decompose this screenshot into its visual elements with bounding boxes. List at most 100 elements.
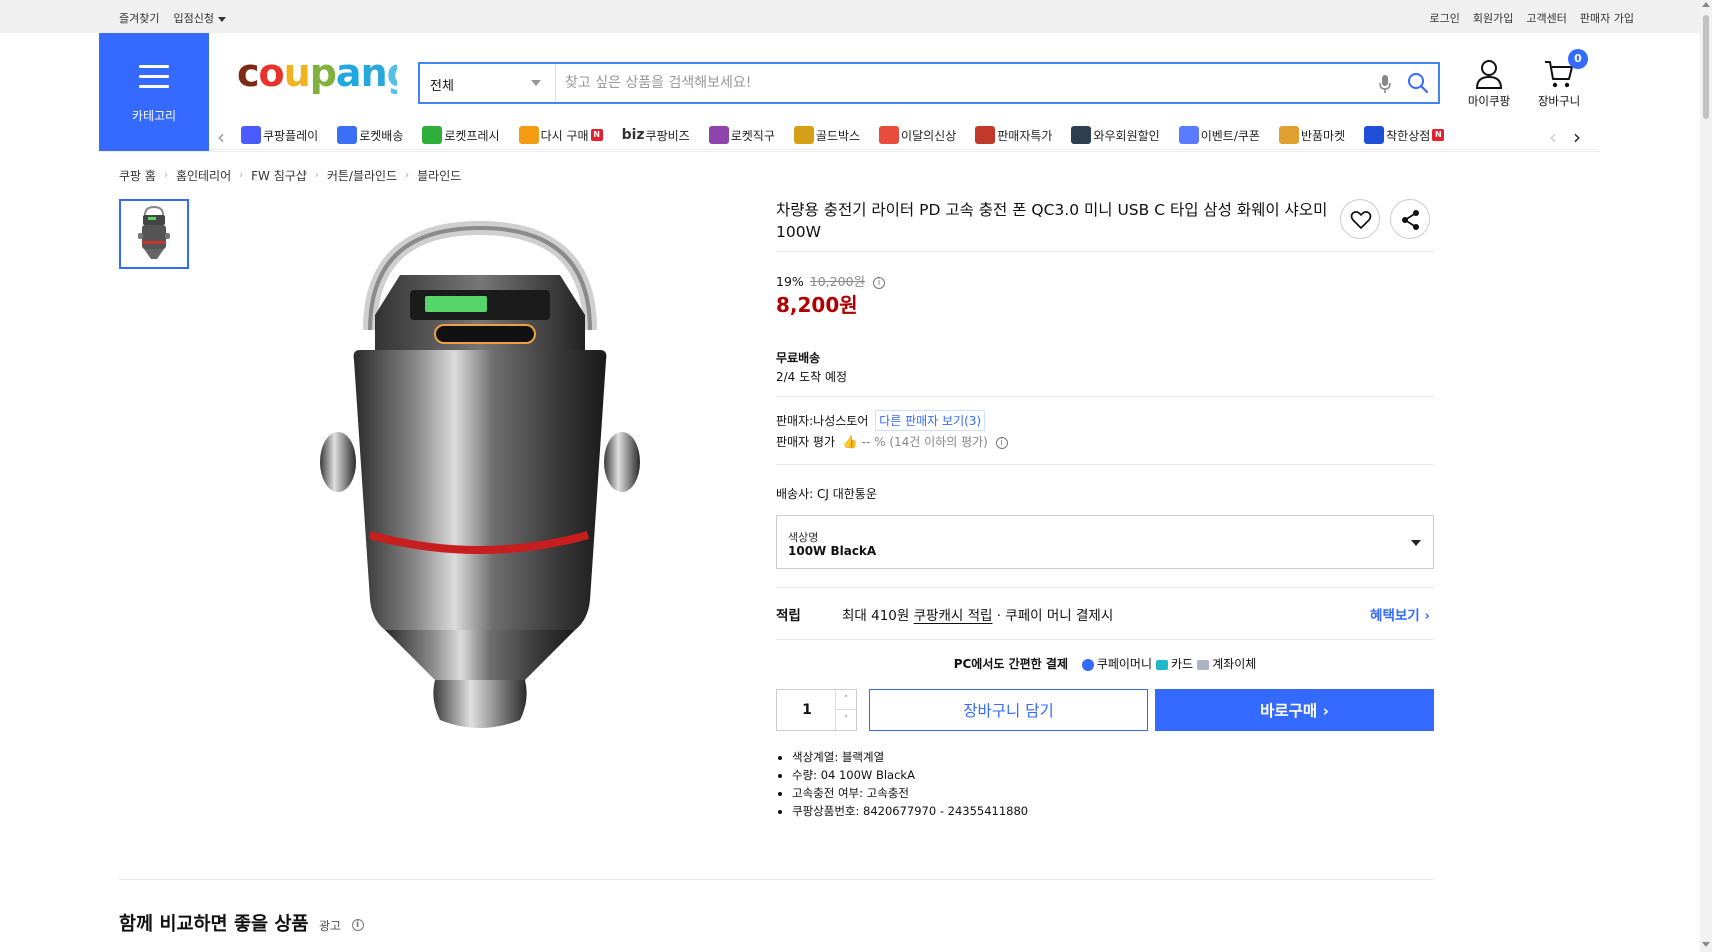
nav-item-6[interactable]: 골드박스 <box>793 126 860 144</box>
coupang-cash-link[interactable]: 쿠팡캐시 적립 <box>914 608 993 624</box>
breadcrumb: 쿠팡 홈 › 홈인테리어 › FW 침구샵 › 커튼/블라인드 › 블라인드 <box>119 167 461 184</box>
rocket-fresh-icon <box>422 126 443 144</box>
vendor-apply-label: 입점신청 <box>173 12 214 25</box>
nav-item-label: 로켓프레시 <box>444 128 500 143</box>
breadcrumb-item[interactable]: 커튼/블라인드 <box>327 167 397 184</box>
cart-count-badge: 0 <box>1568 49 1588 69</box>
chevron-right-icon: › <box>163 170 168 181</box>
nav-item-label: 로켓배송 <box>359 128 404 143</box>
search-input[interactable] <box>565 70 1345 96</box>
breadcrumb-item[interactable]: 쿠팡 홈 <box>119 167 156 184</box>
divider <box>776 396 1434 397</box>
search-icon[interactable] <box>1406 71 1430 95</box>
section-divider <box>119 879 1434 880</box>
heart-icon <box>1350 211 1372 229</box>
chevron-right-icon: › <box>314 170 319 181</box>
ad-label: 광고 <box>318 919 342 933</box>
sale-price: 8,200원 <box>776 293 858 317</box>
product-thumbnail[interactable] <box>119 199 189 269</box>
bookmark-link[interactable]: 즐겨찾기 <box>119 10 159 26</box>
nav-item-2[interactable]: 로켓프레시 <box>422 126 500 144</box>
svg-text:coupang: coupang <box>237 52 397 95</box>
nav-item-9[interactable]: 와우회원할인 <box>1071 126 1160 144</box>
option-select[interactable]: 색상명 100W BlackA <box>776 515 1434 569</box>
add-to-cart-button[interactable]: 장바구니 담기 <box>869 689 1148 731</box>
thumbs-up-icon: 👍 <box>842 435 858 449</box>
divider <box>776 251 1434 252</box>
discount-rate: 19% <box>776 274 804 289</box>
share-button[interactable] <box>1390 199 1430 239</box>
nav-item-0[interactable]: 쿠팡플레이 <box>241 126 318 144</box>
nav-item-12[interactable]: 착한상점 N <box>1364 126 1445 144</box>
product-main-image[interactable] <box>210 200 750 740</box>
nav-item-7[interactable]: 이달의신상 <box>879 126 956 144</box>
nav-item-8[interactable]: 판매자특가 <box>975 126 1052 144</box>
reward-label: 적립 <box>776 608 801 624</box>
nav-item-3[interactable]: 다시 구매 N <box>518 126 603 144</box>
cart-label: 장바구니 <box>1537 94 1581 108</box>
quantity-spinner: ˄ ˅ <box>835 690 856 730</box>
nav-prev-arrow-icon[interactable]: ‹ <box>217 125 225 149</box>
payment-title: PC에서도 간편한 결제 <box>953 657 1068 671</box>
product-info-panel: 차량용 충전기 라이터 PD 고속 충전 폰 QC3.0 미니 USB C 타입… <box>776 199 1434 818</box>
category-menu-button[interactable]: 카테고리 <box>99 33 209 151</box>
divider <box>776 639 1434 640</box>
quantity-stepper[interactable]: 1 ˄ ˅ <box>776 689 857 731</box>
option-label: 색상명 <box>788 531 819 544</box>
customer-center-link[interactable]: 고객센터 <box>1526 10 1566 26</box>
seller-signup-link[interactable]: 판매자 가입 <box>1580 10 1634 26</box>
nav-item-label: 이벤트/쿠폰 <box>1200 128 1260 143</box>
scrollbar-thumb[interactable] <box>1703 15 1709 119</box>
info-icon[interactable]: i <box>873 276 886 289</box>
payment-methods: PC에서도 간편한 결제 쿠페이머니 카드 계좌이체 <box>776 655 1434 672</box>
nav-item-4[interactable]: biz 쿠팡비즈 <box>622 126 690 144</box>
chevron-down-icon[interactable]: ˅ <box>836 710 856 730</box>
payment-method-label: 계좌이체 <box>1212 657 1257 671</box>
my-coupang-button[interactable]: 마이쿠팡 <box>1454 58 1524 109</box>
chevron-up-icon[interactable]: ˄ <box>836 690 856 710</box>
discount-line: 19% 10,200원 i <box>776 271 886 290</box>
global-rocket-icon <box>708 126 729 144</box>
nav-item-1[interactable]: 로켓배송 <box>337 126 403 144</box>
wow-icon <box>1071 126 1092 144</box>
benefits-link[interactable]: 혜택보기 › <box>1370 604 1430 624</box>
attribute-item: 쿠팡상품번호: 8420677970 - 24355411880 <box>792 802 1028 820</box>
attribute-item: 색상계열: 블랙계열 <box>792 748 1028 766</box>
breadcrumb-item[interactable]: FW 침구샵 <box>251 167 307 184</box>
nav-item-11[interactable]: 반품마켓 <box>1278 126 1345 144</box>
nav-item-label: 다시 구매 <box>540 128 589 143</box>
breadcrumb-item[interactable]: 블라인드 <box>417 167 461 184</box>
info-icon[interactable]: i <box>351 919 364 931</box>
nav-next-arrow-icon[interactable]: › <box>1571 125 1581 149</box>
nav-item-10[interactable]: 이벤트/쿠폰 <box>1178 126 1260 144</box>
scroll-down-icon[interactable] <box>1702 942 1710 947</box>
original-price: 10,200원 <box>809 274 866 289</box>
divider <box>776 587 1434 588</box>
payment-method-label: 카드 <box>1171 657 1194 671</box>
scroll-up-icon[interactable] <box>1702 2 1710 7</box>
vendor-apply-link[interactable]: 입점신청 <box>173 10 226 26</box>
seller-name[interactable]: 나성스토어 <box>813 414 868 428</box>
quantity-value[interactable]: 1 <box>777 702 837 718</box>
login-link[interactable]: 로그인 <box>1430 10 1460 26</box>
microphone-icon[interactable] <box>1378 74 1392 94</box>
nav-item-5[interactable]: 로켓직구 <box>708 126 775 144</box>
caret-down-icon <box>1411 540 1421 546</box>
search-scope-select[interactable]: 전체 <box>420 64 556 102</box>
new-badge: N <box>1432 129 1445 141</box>
thumbnail-image <box>121 201 187 267</box>
info-icon[interactable]: i <box>995 436 1008 449</box>
hamburger-icon <box>139 65 169 95</box>
chevron-right-icon: › <box>405 170 410 181</box>
wishlist-button[interactable] <box>1340 199 1380 239</box>
buy-now-button[interactable]: 바로구매 › <box>1155 689 1434 731</box>
breadcrumb-item[interactable]: 홈인테리어 <box>176 167 231 184</box>
signup-link[interactable]: 회원가입 <box>1473 10 1513 26</box>
nav-item-label: 쿠팡플레이 <box>263 128 319 143</box>
option-value: 100W BlackA <box>788 544 877 558</box>
coupang-logo[interactable]: coupang <box>237 52 397 102</box>
vertical-scrollbar[interactable] <box>1700 0 1712 952</box>
attribute-item: 고속충전 여부: 고속충전 <box>792 784 1028 802</box>
compare-section-title: 함께 비교하면 좋을 상품 광고 i <box>119 910 364 936</box>
other-sellers-link[interactable]: 다른 판매자 보기(3) <box>875 410 986 431</box>
